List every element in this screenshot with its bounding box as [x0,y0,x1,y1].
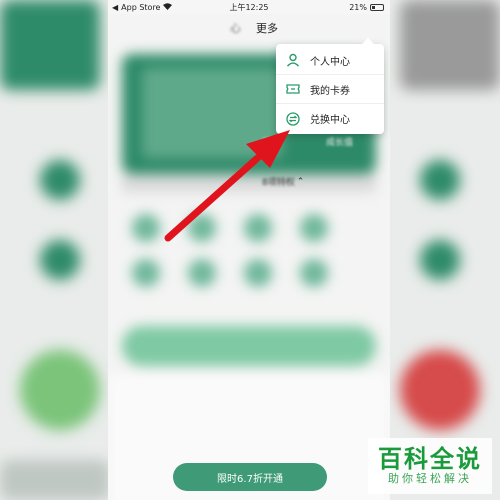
menu-item-label: 个人中心 [310,56,350,68]
menu-item-my-coupons[interactable]: 我的卡券 [276,75,384,104]
battery-icon [370,3,384,11]
menu-item-label: 兑换中心 [310,115,350,126]
watermark-logo: 百科全说 助你轻松解决 [368,438,492,494]
chevron-up-icon[interactable]: ⌃ [297,177,305,187]
watermark-main-text: 百科全说 [378,445,482,473]
menu-item-personal-center[interactable]: 个人中心 [276,46,384,75]
more-dropdown-menu: 个人中心 我的卡券 兑换中心 [276,38,384,134]
exchange-icon [286,111,300,126]
card-label-left: 优 [262,138,272,148]
ticket-icon [286,84,300,94]
menu-item-exchange-center[interactable]: 兑换中心 [276,104,384,133]
open-membership-button[interactable]: 限时6.7折开通 [173,463,327,491]
status-bar: ◀ App Store 上午12:25 21% [108,0,390,14]
privilege-section-label: 8项特权 ⌃ [262,176,305,189]
status-time: 上午12:25 [229,2,269,12]
watermark-sub-text: 助你轻松解决 [388,472,472,485]
more-button[interactable]: 更多 [256,20,278,36]
card-label-right: 成长值 [326,138,354,148]
status-battery-text: 21% [349,2,367,12]
menu-item-label: 我的卡券 [310,85,350,97]
page-title: 心 [230,22,241,35]
person-icon [286,53,300,67]
